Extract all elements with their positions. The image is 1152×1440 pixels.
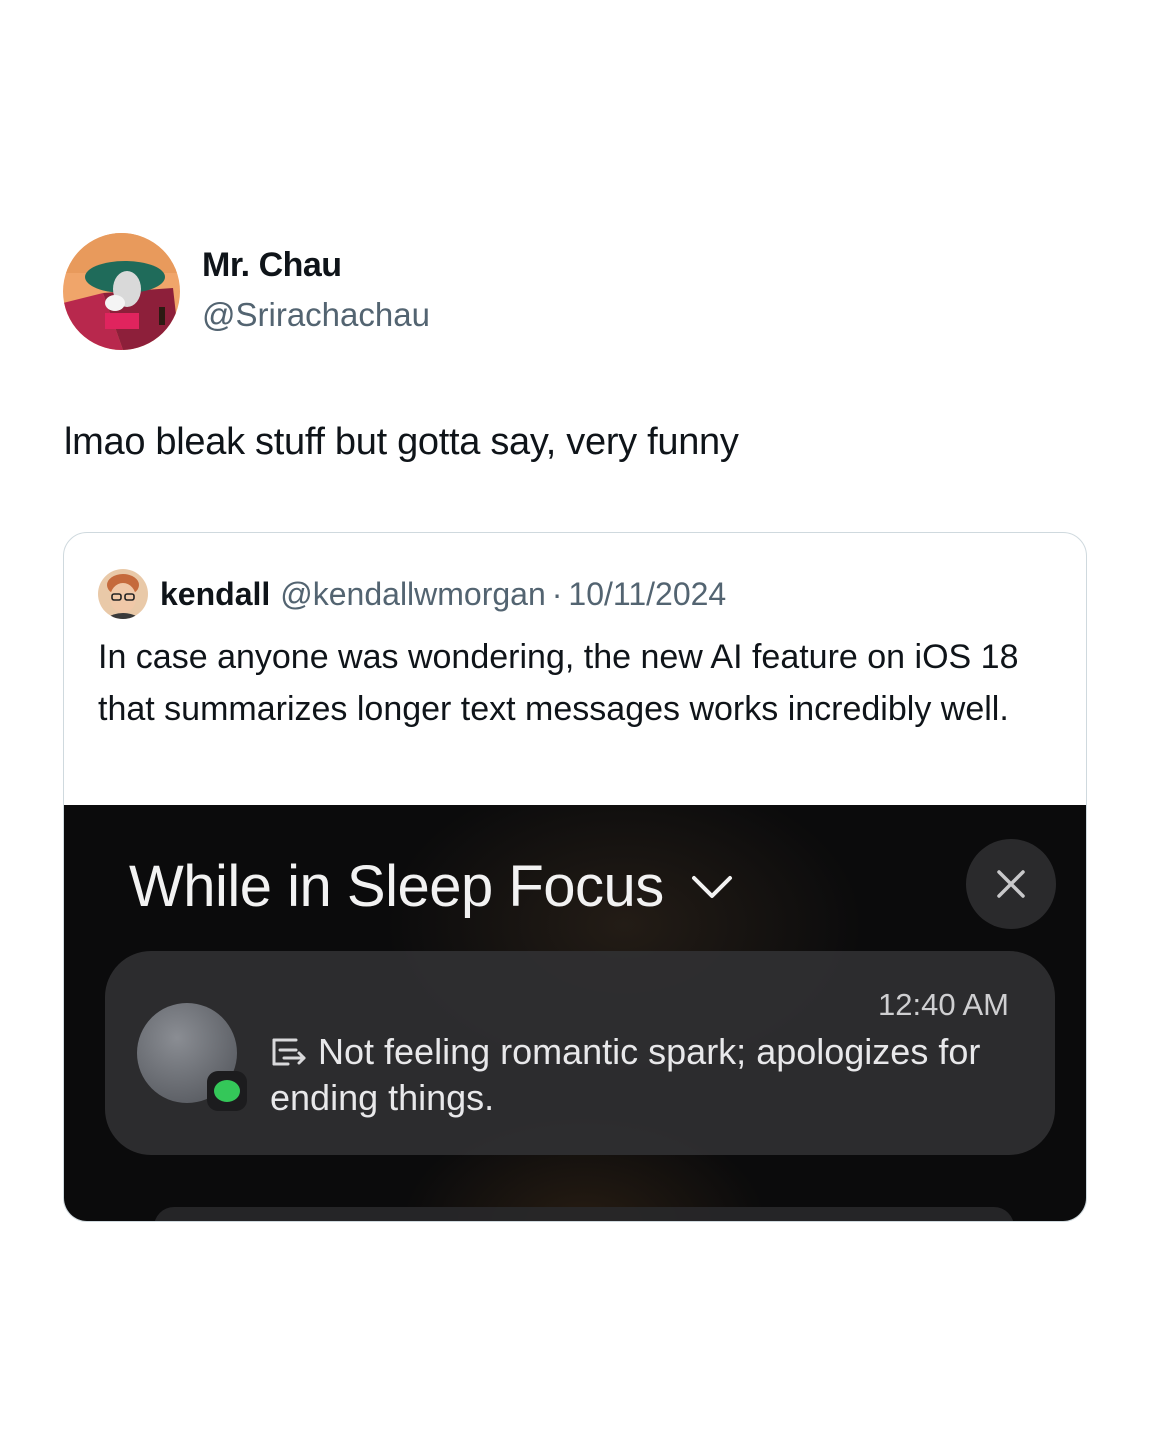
- quoted-author-avatar[interactable]: [98, 569, 148, 619]
- tweet-text: lmao bleak stuff but gotta say, very fun…: [64, 421, 739, 463]
- messages-icon: [207, 1071, 247, 1111]
- quoted-author-handle[interactable]: @kendallwmorgan: [280, 576, 546, 613]
- notification-time: 12:40 AM: [878, 987, 1009, 1022]
- notification-summary: Not feeling romantic spark; apologizes f…: [270, 1029, 1030, 1121]
- focus-title: While in Sleep Focus: [129, 854, 664, 919]
- chevron-down-icon: [691, 875, 732, 898]
- summary-icon: [272, 1038, 306, 1066]
- next-notification-edge: [154, 1207, 1014, 1221]
- close-icon: [997, 870, 1025, 898]
- quoted-author-name[interactable]: kendall: [160, 576, 270, 613]
- notification-card: 12:40 AM Not feeling romantic spark; apo…: [105, 951, 1055, 1155]
- author-name[interactable]: Mr. Chau: [202, 246, 342, 285]
- quoted-tweet-text: In case anyone was wondering, the new AI…: [98, 638, 1019, 728]
- close-button: [966, 839, 1056, 929]
- author-avatar[interactable]: [63, 233, 180, 350]
- meta-separator: ·: [551, 575, 563, 612]
- quoted-tweet-date[interactable]: 10/11/2024: [568, 576, 726, 613]
- author-handle[interactable]: @Srirachachau: [202, 296, 430, 334]
- attached-screenshot[interactable]: While in Sleep Focus 12:40 AM Not feelin…: [64, 805, 1086, 1221]
- quoted-tweet-header: kendall @kendallwmorgan · 10/11/2024: [98, 569, 726, 619]
- focus-header: While in Sleep Focus: [129, 853, 734, 920]
- quoted-tweet-card[interactable]: kendall @kendallwmorgan · 10/11/2024 In …: [63, 532, 1087, 1222]
- notification-summary-text: Not feeling romantic spark; apologizes f…: [270, 1031, 981, 1118]
